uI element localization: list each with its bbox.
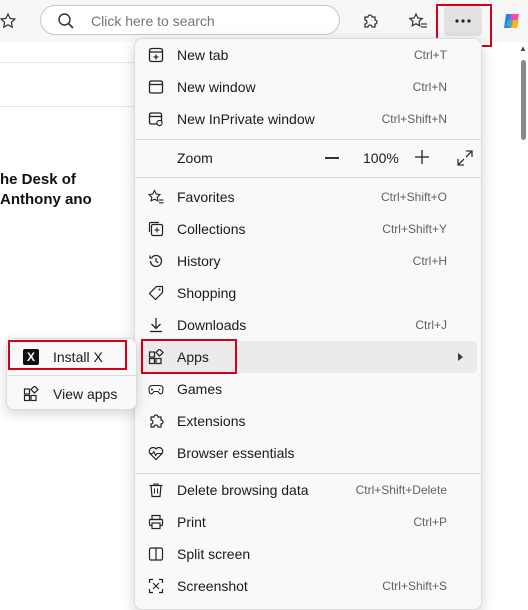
split-screen-icon: [148, 546, 164, 562]
zoom-value: 100%: [363, 150, 399, 166]
menu-separator: [135, 177, 481, 178]
shortcut-text: Ctrl+H: [412, 254, 447, 268]
shortcut-text: Ctrl+J: [415, 318, 447, 332]
menu-item-favorites[interactable]: Favorites Ctrl+Shift+O: [139, 181, 477, 213]
tag-icon: [148, 285, 164, 301]
menu-item-label: History: [177, 253, 221, 269]
menu-item-label: Collections: [177, 221, 246, 237]
screenshot-icon: [148, 578, 164, 594]
shortcut-text: Ctrl+Shift+Delete: [355, 483, 447, 497]
menu-item-split-screen[interactable]: Split screen: [139, 538, 477, 570]
menu-item-collections[interactable]: Collections Ctrl+Shift+Y: [139, 213, 477, 245]
puzzle-icon: [148, 413, 164, 429]
menu-item-screenshot[interactable]: Screenshot Ctrl+Shift+S: [139, 570, 477, 602]
chevron-right-icon: [458, 353, 463, 361]
games-icon: [148, 381, 164, 397]
page-divider: [0, 106, 140, 107]
submenu-item-label: Install X: [53, 349, 103, 365]
search-icon: [57, 12, 75, 35]
print-icon: [148, 514, 164, 530]
menu-item-label: Downloads: [177, 317, 247, 333]
menu-item-new-tab[interactable]: New tab Ctrl+T: [139, 39, 477, 71]
menu-item-label: New InPrivate window: [177, 111, 315, 127]
favorites-icon: [148, 189, 164, 205]
menu-item-games[interactable]: Games: [139, 373, 477, 405]
menu-item-label: Browser essentials: [177, 445, 295, 461]
menu-item-downloads[interactable]: Downloads Ctrl+J: [139, 309, 477, 341]
zoom-label: Zoom: [177, 150, 213, 166]
menu-item-label: New tab: [177, 47, 229, 63]
shortcut-text: Ctrl+P: [413, 515, 447, 529]
menu-item-extensions[interactable]: Extensions: [139, 405, 477, 437]
zoom-in-button[interactable]: [415, 150, 429, 164]
trash-icon: [148, 482, 164, 498]
shortcut-text: Ctrl+Shift+Y: [382, 222, 447, 236]
window-icon: [148, 79, 164, 95]
collections-icon: [148, 221, 164, 237]
menu-item-delete-browsing-data[interactable]: Delete browsing data Ctrl+Shift+Delete: [139, 474, 477, 506]
apps-submenu: X Install X View apps: [6, 338, 137, 410]
menu-item-zoom: Zoom 100%: [139, 142, 477, 174]
submenu-separator: [7, 375, 136, 376]
menu-item-label: Extensions: [177, 413, 246, 429]
menu-separator: [135, 139, 481, 140]
menu-item-apps[interactable]: Apps: [139, 341, 477, 373]
menu-item-print[interactable]: Print Ctrl+P: [139, 506, 477, 538]
shortcut-text: Ctrl+T: [414, 48, 447, 62]
favorites-list-icon[interactable]: [402, 5, 434, 37]
submenu-item-label: View apps: [53, 386, 118, 402]
submenu-item-install-x[interactable]: X Install X: [11, 343, 132, 371]
scrollbar-thumb[interactable]: [521, 60, 526, 140]
menu-item-browser-essentials[interactable]: Browser essentials: [139, 437, 477, 469]
apps-icon: [23, 385, 39, 402]
menu-item-new-inprivate-window[interactable]: New InPrivate window Ctrl+Shift+N: [139, 103, 477, 135]
menu-item-label: Print: [177, 514, 206, 530]
scroll-up-icon[interactable]: ▲: [519, 44, 527, 53]
menu-item-label: Apps: [177, 349, 209, 365]
shortcut-text: Ctrl+N: [412, 80, 447, 94]
download-icon: [148, 317, 164, 333]
browser-toolbar: Click here to search: [0, 0, 528, 42]
settings-menu: New tab Ctrl+T New window Ctrl+N New InP…: [134, 38, 482, 610]
zoom-out-button[interactable]: [325, 157, 339, 159]
extensions-icon[interactable]: [354, 5, 386, 37]
menu-item-history[interactable]: History Ctrl+H: [139, 245, 477, 277]
new-tab-icon: [148, 47, 164, 63]
shortcut-text: Ctrl+Shift+O: [380, 190, 447, 204]
search-placeholder: Click here to search: [91, 13, 215, 29]
menu-item-label: Delete browsing data: [177, 482, 309, 498]
page-heading: he Desk of Anthony ano: [0, 171, 92, 208]
inprivate-icon: [148, 111, 164, 127]
favorite-star-icon[interactable]: [0, 5, 24, 37]
shortcut-text: Ctrl+Shift+N: [381, 112, 447, 126]
x-logo-icon: X: [23, 349, 39, 365]
menu-item-new-window[interactable]: New window Ctrl+N: [139, 71, 477, 103]
menu-item-label: Favorites: [177, 189, 235, 205]
menu-item-label: Screenshot: [177, 578, 248, 594]
menu-item-label: Games: [177, 381, 223, 397]
menu-item-label: Split screen: [177, 546, 251, 562]
copilot-icon[interactable]: [496, 5, 528, 37]
submenu-item-view-apps[interactable]: View apps: [11, 380, 132, 408]
settings-more-button[interactable]: [444, 6, 482, 36]
menu-item-shopping[interactable]: Shopping: [139, 277, 477, 309]
fullscreen-icon[interactable]: [457, 150, 473, 171]
menu-item-label: New window: [177, 79, 256, 95]
apps-icon: [148, 349, 164, 365]
heart-pulse-icon: [148, 445, 164, 461]
shortcut-text: Ctrl+Shift+S: [382, 579, 447, 593]
more-dots-icon: [455, 19, 471, 23]
search-bar[interactable]: Click here to search: [40, 5, 340, 35]
page-divider: [0, 62, 140, 63]
menu-item-label: Shopping: [177, 285, 237, 301]
history-icon: [148, 253, 164, 269]
